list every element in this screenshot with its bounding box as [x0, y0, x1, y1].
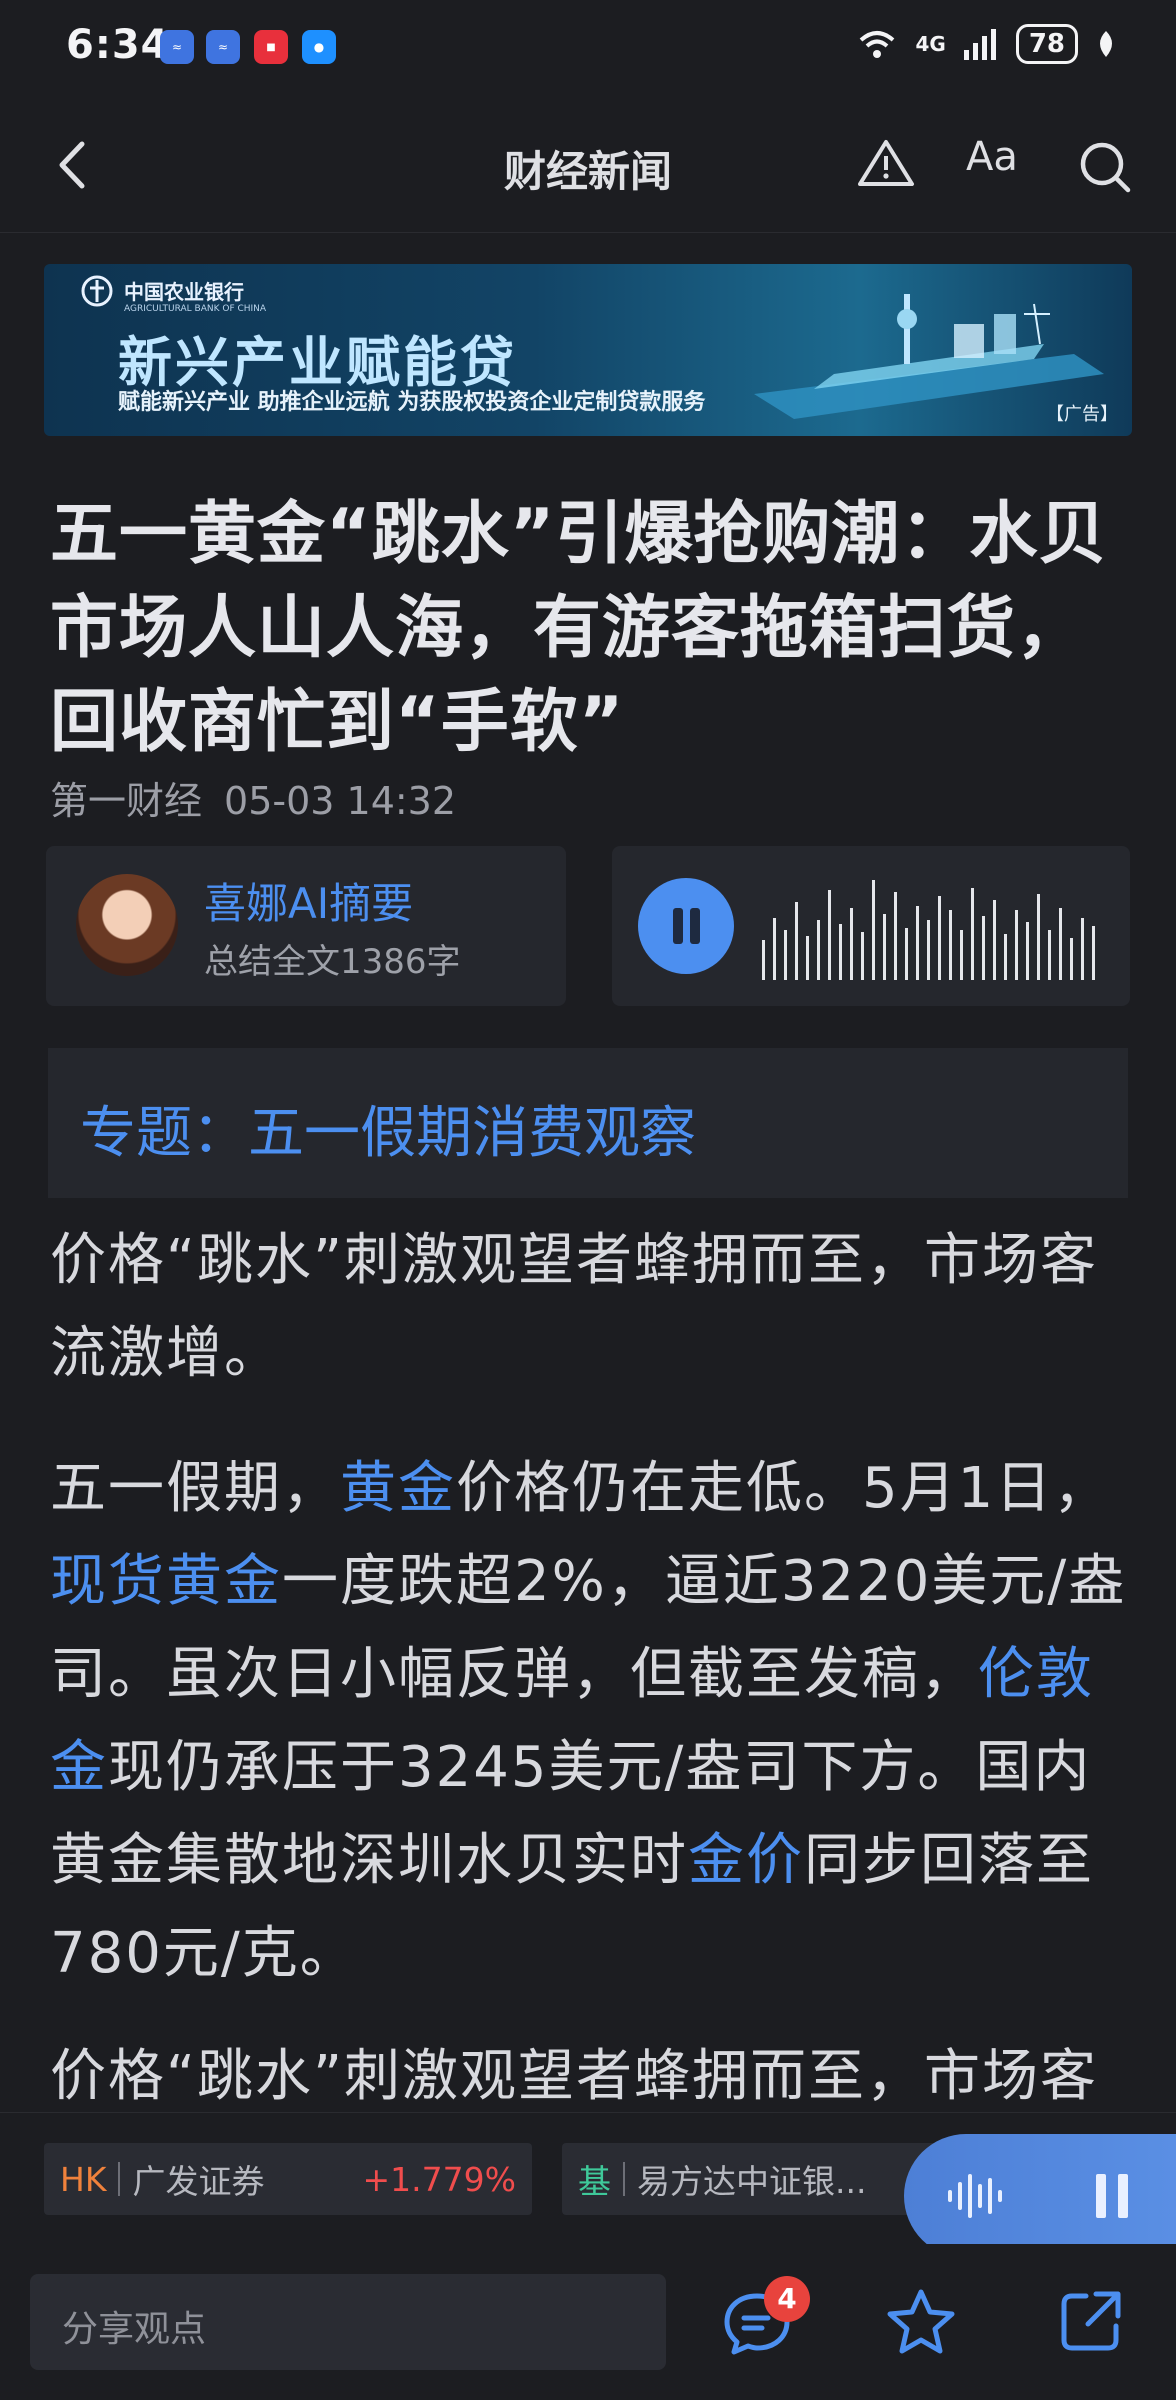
ai-summary-card[interactable]: 喜娜AI摘要 总结全文1386字	[46, 846, 566, 1006]
article-source[interactable]: 第一财经	[50, 779, 202, 823]
waveform-bar	[784, 930, 787, 980]
waveform-bar	[795, 902, 798, 980]
fund-ticker[interactable]: 基 易方达中证银...	[562, 2143, 962, 2215]
ticker-divider	[623, 2162, 625, 2196]
waveform-bar	[850, 908, 853, 980]
waveform-bar	[1004, 934, 1007, 980]
audio-player-card	[612, 846, 1130, 1006]
article-title: 五一黄金“跳水”引爆抢购潮：水贝市场人山人海，有游客拖箱扫货，回收商忙到“手软”	[50, 495, 1108, 762]
waveform-bar	[806, 936, 809, 980]
waveform-bar	[927, 920, 930, 980]
waveform-bar	[773, 918, 776, 980]
waveform-bar	[905, 928, 908, 980]
waveform-bar	[1092, 926, 1095, 980]
app-notification-icon: ≈	[160, 30, 194, 64]
ai-summary-title: 喜娜AI摘要	[204, 879, 414, 928]
waveform-bar	[982, 916, 985, 980]
share-opinion-input[interactable]: 分享观点	[30, 2274, 666, 2370]
leaf-icon	[1100, 31, 1112, 57]
waveform-bar	[938, 896, 941, 980]
status-indicators: 4G 78	[857, 24, 1116, 64]
app-notification-icon: ≈	[206, 30, 240, 64]
waveform-bar	[762, 940, 765, 980]
bank-logo-icon	[81, 275, 113, 307]
wifi-icon	[860, 31, 895, 58]
waveform-bar	[1048, 930, 1051, 980]
ticker-market: HK	[60, 2159, 107, 2199]
waveform-bar	[1015, 910, 1018, 980]
signal-icon	[963, 29, 996, 60]
waveform-bar	[1070, 938, 1073, 980]
text-segment: 五一假期，	[50, 1456, 340, 1521]
status-time: 6:34	[66, 22, 170, 68]
waveform-bar	[1026, 922, 1029, 980]
ticker-change: +1.779%	[362, 2159, 516, 2199]
report-warning-icon[interactable]	[856, 138, 916, 188]
waveform-bar	[883, 914, 886, 980]
waveform-bar	[916, 906, 919, 980]
ticker-name: 广发证券	[132, 2162, 265, 2201]
article-meta: 第一财经 05-03 14:32	[50, 770, 456, 825]
waveform-bar	[971, 888, 974, 980]
ad-bank-name: 中国农业银行	[124, 280, 244, 304]
waveform-bar	[828, 890, 831, 980]
battery-indicator: 78	[1015, 24, 1078, 64]
network-label: 4G	[915, 32, 946, 56]
waveform-bar	[872, 880, 875, 980]
waveform-bar	[960, 930, 963, 980]
app-notification-icon: ■	[254, 30, 288, 64]
font-size-button[interactable]: Aa	[966, 134, 1018, 180]
waveform-bar	[1081, 918, 1084, 980]
bottom-action-bar: 分享观点 4	[0, 2244, 1176, 2400]
audio-waveform[interactable]	[762, 868, 1107, 986]
waveform-bar	[1059, 908, 1062, 980]
ticker-name: 易方达中证银...	[637, 2162, 867, 2201]
article-paragraph: 五一假期，黄金价格仍在走低。5月1日，现货黄金一度跌超2%，逼近3220美元/盎…	[50, 1442, 1130, 2000]
ai-summary-subtitle: 总结全文1386字	[204, 942, 461, 982]
comment-count-badge: 4	[764, 2276, 810, 2322]
ad-bank-english: AGRICULTURAL BANK OF CHINA	[124, 304, 267, 314]
keyword-link[interactable]: 黄金	[340, 1456, 456, 1521]
keyword-link[interactable]: 金价	[688, 1828, 804, 1893]
waveform-bar	[949, 910, 952, 980]
avatar	[76, 874, 178, 976]
ad-subtitle: 赋能新兴产业 助推企业远航 为获股权投资企业定制贷款服务	[118, 390, 706, 415]
pause-button[interactable]	[638, 878, 734, 974]
waveform-bar	[861, 932, 864, 980]
waveform-bar	[839, 924, 842, 980]
share-external-icon[interactable]	[1058, 2288, 1124, 2354]
message-notification-icon: ●	[302, 30, 336, 64]
waveform-bar	[993, 900, 996, 980]
waveform-bar	[817, 920, 820, 980]
topic-label: 专题：五一假期消费观察	[80, 1101, 696, 1166]
keyword-link[interactable]: 现货黄金	[50, 1549, 282, 1614]
waveform-bar	[1037, 894, 1040, 980]
floating-audio-player[interactable]	[904, 2134, 1176, 2258]
waveform-bar	[894, 892, 897, 980]
status-bar: 6:34 ≈ ≈ ■ ● 4G 78	[0, 0, 1176, 100]
ad-label: 【广告】	[1046, 404, 1118, 425]
ad-banner[interactable]: 中国农业银行 AGRICULTURAL BANK OF CHINA 新兴产业赋能…	[44, 264, 1132, 436]
ticker-divider	[118, 2162, 121, 2196]
text-segment: 价格仍在走低。5月1日，	[456, 1456, 1112, 1521]
star-icon[interactable]	[886, 2288, 956, 2356]
topic-banner[interactable]: 专题：五一假期消费观察	[48, 1048, 1128, 1198]
voice-wave-icon	[948, 2174, 1002, 2218]
share-placeholder: 分享观点	[62, 2309, 207, 2350]
search-icon[interactable]	[1078, 140, 1132, 194]
article-datetime: 05-03 14:32	[224, 779, 457, 823]
ticker-market: 基	[578, 2162, 611, 2201]
pause-icon[interactable]	[1092, 2172, 1132, 2220]
top-nav: 财经新闻 Aa	[0, 100, 1176, 233]
article-paragraph: 价格“跳水”刺激观望者蜂拥而至，市场客流激增。	[50, 1228, 1099, 1386]
stock-ticker[interactable]: HK 广发证券 +1.779%	[44, 2143, 532, 2215]
